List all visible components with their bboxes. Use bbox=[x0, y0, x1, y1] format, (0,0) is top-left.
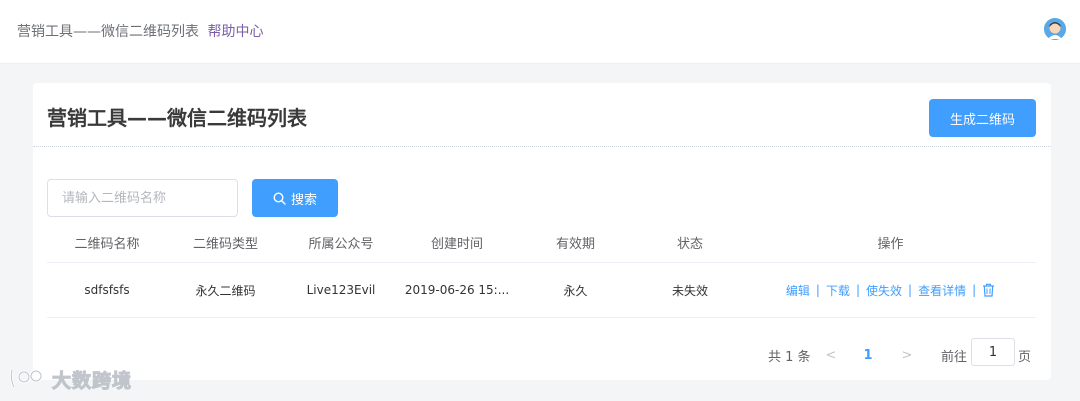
user-avatar-icon bbox=[1044, 18, 1066, 40]
pagination-goto-input[interactable] bbox=[971, 338, 1015, 366]
column-header-name: 二维码名称 bbox=[74, 237, 140, 252]
pagination-next-button[interactable]: > bbox=[899, 341, 915, 369]
search-icon bbox=[273, 191, 286, 205]
view-details-link[interactable]: 查看详情 bbox=[918, 282, 966, 299]
column-header-validity: 有效期 bbox=[555, 237, 595, 252]
search-button-label: 搜索 bbox=[290, 192, 317, 208]
download-link[interactable]: 下载 bbox=[826, 282, 850, 299]
card-header: 营销工具——微信二维码列表 生成二维码 bbox=[33, 83, 1051, 147]
breadcrumb-text: 营销工具——微信二维码列表 bbox=[17, 24, 199, 40]
column-header-status: 状态 bbox=[676, 237, 703, 252]
generate-qrcode-button[interactable]: 生成二维码 bbox=[929, 99, 1036, 137]
qrcode-list-card: 营销工具——微信二维码列表 生成二维码 搜索 二维码名称 二维码类型 所属公众号… bbox=[33, 83, 1051, 380]
cell-actions: 编辑 | 下载 | 使失效 | 查看详情 | bbox=[745, 263, 1036, 317]
help-center-link[interactable]: 帮助中心 bbox=[207, 24, 263, 40]
action-divider: | bbox=[972, 283, 977, 297]
top-bar: 营销工具——微信二维码列表 帮助中心 bbox=[0, 0, 1080, 64]
pagination-page-1[interactable]: 1 bbox=[859, 341, 877, 369]
breadcrumb: 营销工具——微信二维码列表 帮助中心 bbox=[17, 21, 263, 41]
column-header-type: 二维码类型 bbox=[192, 237, 258, 252]
cell-account: Live123Evil bbox=[306, 283, 376, 297]
action-divider: | bbox=[855, 283, 860, 297]
avatar[interactable] bbox=[1044, 18, 1066, 40]
cell-qrcode-type: 永久二维码 bbox=[195, 283, 256, 298]
column-header-account: 所属公众号 bbox=[308, 237, 374, 252]
table-row: sdfsfsfs 永久二维码 Live123Evil 2019-06-26 15… bbox=[47, 263, 1036, 318]
action-divider: | bbox=[815, 283, 820, 297]
column-header-created: 创建时间 bbox=[430, 237, 483, 252]
action-divider: | bbox=[908, 283, 913, 297]
trash-icon[interactable] bbox=[982, 283, 995, 297]
table-header: 二维码名称 二维码类型 所属公众号 创建时间 有效期 状态 操作 bbox=[47, 223, 1036, 263]
invalidate-link[interactable]: 使失效 bbox=[866, 282, 902, 299]
cell-qrcode-name: sdfsfsfs bbox=[84, 283, 130, 297]
watermark-text: 大数跨境 bbox=[51, 369, 133, 392]
search-button[interactable]: 搜索 bbox=[252, 179, 338, 217]
cell-validity: 永久 bbox=[563, 283, 588, 298]
pagination-total: 共 1 条 bbox=[768, 349, 811, 365]
qrcode-name-search-input[interactable] bbox=[47, 179, 238, 217]
page-title: 营销工具——微信二维码列表 bbox=[47, 106, 307, 130]
watermark: 大数跨境 bbox=[8, 364, 132, 394]
column-header-actions: 操作 bbox=[877, 237, 904, 252]
edit-link[interactable]: 编辑 bbox=[786, 282, 810, 299]
cell-status: 未失效 bbox=[671, 283, 708, 298]
cell-created-time: 2019-06-26 15:... bbox=[404, 283, 510, 297]
watermark-logo-icon bbox=[9, 369, 43, 388]
pagination-unit-label: 页 bbox=[1018, 349, 1032, 365]
pagination-goto-label: 前往 bbox=[941, 349, 968, 365]
pagination-prev-button[interactable]: < bbox=[823, 341, 839, 369]
